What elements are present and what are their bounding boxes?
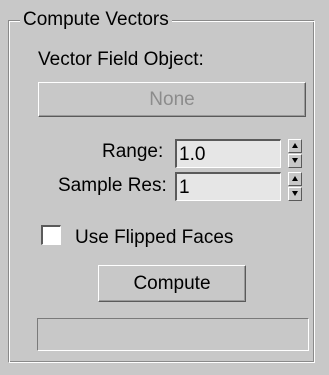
use-flipped-faces-label[interactable]: Use Flipped Faces [75,227,233,249]
use-flipped-faces-checkbox[interactable] [41,225,61,245]
arrow-up-icon [292,143,298,148]
sample-res-label: Sample Res: [58,175,167,196]
range-increment-button[interactable] [288,139,302,153]
range-decrement-button[interactable] [288,154,302,168]
arrow-down-icon [292,191,298,196]
range-label: Range: [102,141,164,162]
vector-field-object-pick-button[interactable]: None [38,82,306,117]
vector-field-object-label: Vector Field Object: [38,49,204,70]
sample-res-spinner[interactable] [288,172,302,201]
sample-res-input[interactable] [175,172,281,201]
sample-res-increment-button[interactable] [288,172,302,186]
range-spinner[interactable] [288,139,302,168]
compute-vectors-panel: Compute Vectors Vector Field Object: Non… [0,0,329,375]
sample-res-decrement-button[interactable] [288,187,302,201]
arrow-down-icon [292,158,298,163]
range-input[interactable] [175,139,281,168]
arrow-up-icon [292,176,298,181]
progress-bar [37,318,309,351]
compute-button[interactable]: Compute [98,265,246,302]
group-title: Compute Vectors [20,9,172,31]
